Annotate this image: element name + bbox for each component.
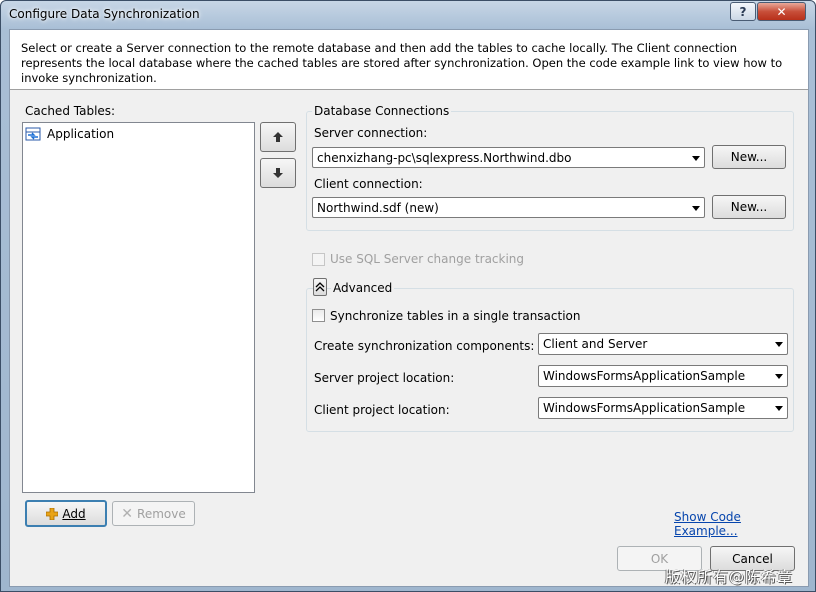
dialog-window: Configure Data Synchronization ? ✕ Selec… [0, 0, 816, 592]
client-project-select[interactable]: WindowsFormsApplicationSample [538, 397, 788, 419]
chevron-down-icon [775, 406, 783, 411]
add-button[interactable]: Add [25, 500, 107, 527]
client-project-value: WindowsFormsApplicationSample [543, 401, 746, 415]
close-icon: ✕ [121, 505, 134, 522]
cached-tables-label: Cached Tables: [25, 104, 116, 118]
cached-tables-list[interactable]: Application [22, 122, 255, 493]
client-connection-value: Northwind.sdf (new) [317, 200, 439, 215]
advanced-label: Advanced [331, 281, 395, 295]
help-button[interactable]: ? [730, 2, 756, 21]
client-new-button[interactable]: New... [712, 195, 786, 219]
create-components-label: Create synchronization components: [314, 339, 535, 353]
single-transaction-label: Synchronize tables in a single transacti… [330, 309, 581, 323]
watermark-text: 版权所有@陈希章 [665, 568, 794, 586]
add-icon [46, 507, 59, 520]
chevron-up-icon [315, 282, 325, 292]
server-connection-label: Server connection: [314, 126, 428, 140]
remove-button-label: Remove [137, 506, 186, 521]
create-components-select[interactable]: Client and Server [538, 333, 788, 355]
chevron-down-icon [692, 155, 700, 161]
arrow-up-icon [273, 132, 283, 142]
list-item-label: Application [47, 127, 115, 141]
single-transaction-checkbox[interactable] [312, 309, 325, 322]
chevron-down-icon [692, 205, 700, 211]
server-connection-value: chenxizhang-pc\sqlexpress.Northwind.dbo [317, 150, 572, 165]
server-project-label: Server project location: [314, 371, 455, 385]
add-button-label: Add [62, 506, 86, 521]
database-connections-label: Database Connections [312, 104, 452, 118]
dialog-body: Select or create a Server connection to … [9, 29, 809, 587]
server-project-value: WindowsFormsApplicationSample [543, 369, 746, 383]
move-down-button[interactable] [260, 158, 296, 188]
create-components-value: Client and Server [543, 337, 648, 351]
server-project-select[interactable]: WindowsFormsApplicationSample [538, 365, 788, 387]
move-up-button[interactable] [260, 122, 296, 152]
client-connection-label: Client connection: [314, 177, 423, 191]
chevron-down-icon [775, 342, 783, 347]
change-tracking-label: Use SQL Server change tracking [330, 252, 525, 266]
change-tracking-checkbox[interactable] [312, 253, 325, 266]
chevron-down-icon [775, 374, 783, 379]
description-text: Select or create a Server connection to … [21, 41, 783, 85]
arrow-down-icon [273, 168, 283, 178]
server-new-button[interactable]: New... [712, 145, 786, 169]
close-button[interactable]: ✕ [757, 2, 806, 21]
advanced-toggle-button[interactable] [313, 278, 327, 296]
server-connection-select[interactable]: chenxizhang-pc\sqlexpress.Northwind.dbo [312, 147, 705, 168]
remove-button[interactable]: ✕ Remove [112, 501, 195, 526]
client-connection-select[interactable]: Northwind.sdf (new) [312, 197, 705, 218]
table-sync-icon [25, 127, 41, 141]
show-code-example-link[interactable]: Show Code Example... [674, 510, 808, 538]
list-item[interactable]: Application [25, 125, 175, 143]
description-panel: Select or create a Server connection to … [10, 30, 808, 90]
window-title: Configure Data Synchronization [9, 7, 200, 21]
client-project-label: Client project location: [314, 403, 450, 417]
